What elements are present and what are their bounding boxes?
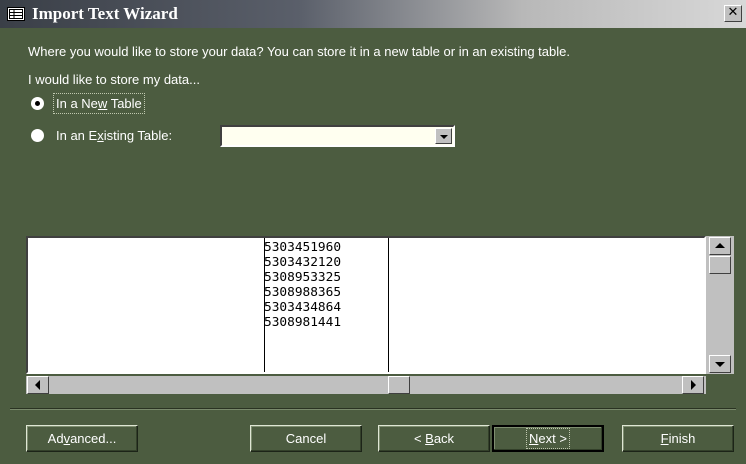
table-icon <box>7 7 25 21</box>
back-button[interactable]: < Back <box>378 425 490 452</box>
data-preview[interactable]: 5303451960 5303432120 5308953325 5308988… <box>26 236 706 374</box>
option-new-table-label: In a New Table <box>53 93 145 114</box>
scroll-thumb[interactable] <box>709 256 731 274</box>
preview-cell: 5308953325 <box>264 270 342 285</box>
advanced-button[interactable]: Advanced... <box>26 425 138 452</box>
cancel-button[interactable]: Cancel <box>250 425 362 452</box>
preview-cell: 5308981441 <box>264 315 342 330</box>
arrow-up-icon <box>715 243 725 248</box>
prompt-text: I would like to store my data... <box>28 72 200 87</box>
title-bar: Import Text Wizard ✕ <box>0 0 746 28</box>
question-text: Where you would like to store your data?… <box>28 44 570 59</box>
window-title: Import Text Wizard <box>32 4 178 23</box>
radio-existing-table[interactable] <box>31 129 44 142</box>
preview-column: 5303451960 5303432120 5308953325 5308988… <box>264 240 341 330</box>
preview-cell: 5303451960 <box>264 240 342 255</box>
existing-table-combo[interactable] <box>220 125 455 147</box>
scroll-right-button[interactable] <box>682 376 704 394</box>
option-new-table[interactable]: In a New Table <box>31 93 145 114</box>
scroll-down-button[interactable] <box>709 355 731 373</box>
preview-cell: 5308988365 <box>264 285 342 300</box>
horizontal-scroll-thumb[interactable] <box>388 376 410 394</box>
option-existing-table[interactable]: In an Existing Table: <box>31 128 172 143</box>
arrow-down-icon <box>715 362 725 367</box>
preview-cell: 5303432120 <box>264 255 342 270</box>
next-button[interactable]: Next > <box>492 425 604 452</box>
close-icon[interactable]: ✕ <box>724 5 742 22</box>
horizontal-scrollbar[interactable] <box>26 376 706 394</box>
finish-button[interactable]: Finish <box>622 425 734 452</box>
vertical-scrollbar[interactable] <box>706 236 734 374</box>
arrow-right-icon <box>691 380 696 390</box>
arrow-left-icon <box>35 380 40 390</box>
preview-cell: 5303434864 <box>264 300 342 315</box>
scroll-up-button[interactable] <box>709 237 731 255</box>
separator <box>10 408 736 410</box>
chevron-down-icon[interactable] <box>435 128 452 144</box>
option-existing-table-label: In an Existing Table: <box>56 128 173 143</box>
column-divider[interactable] <box>388 238 389 372</box>
radio-new-table[interactable] <box>31 97 44 110</box>
scroll-left-button[interactable] <box>27 376 49 394</box>
